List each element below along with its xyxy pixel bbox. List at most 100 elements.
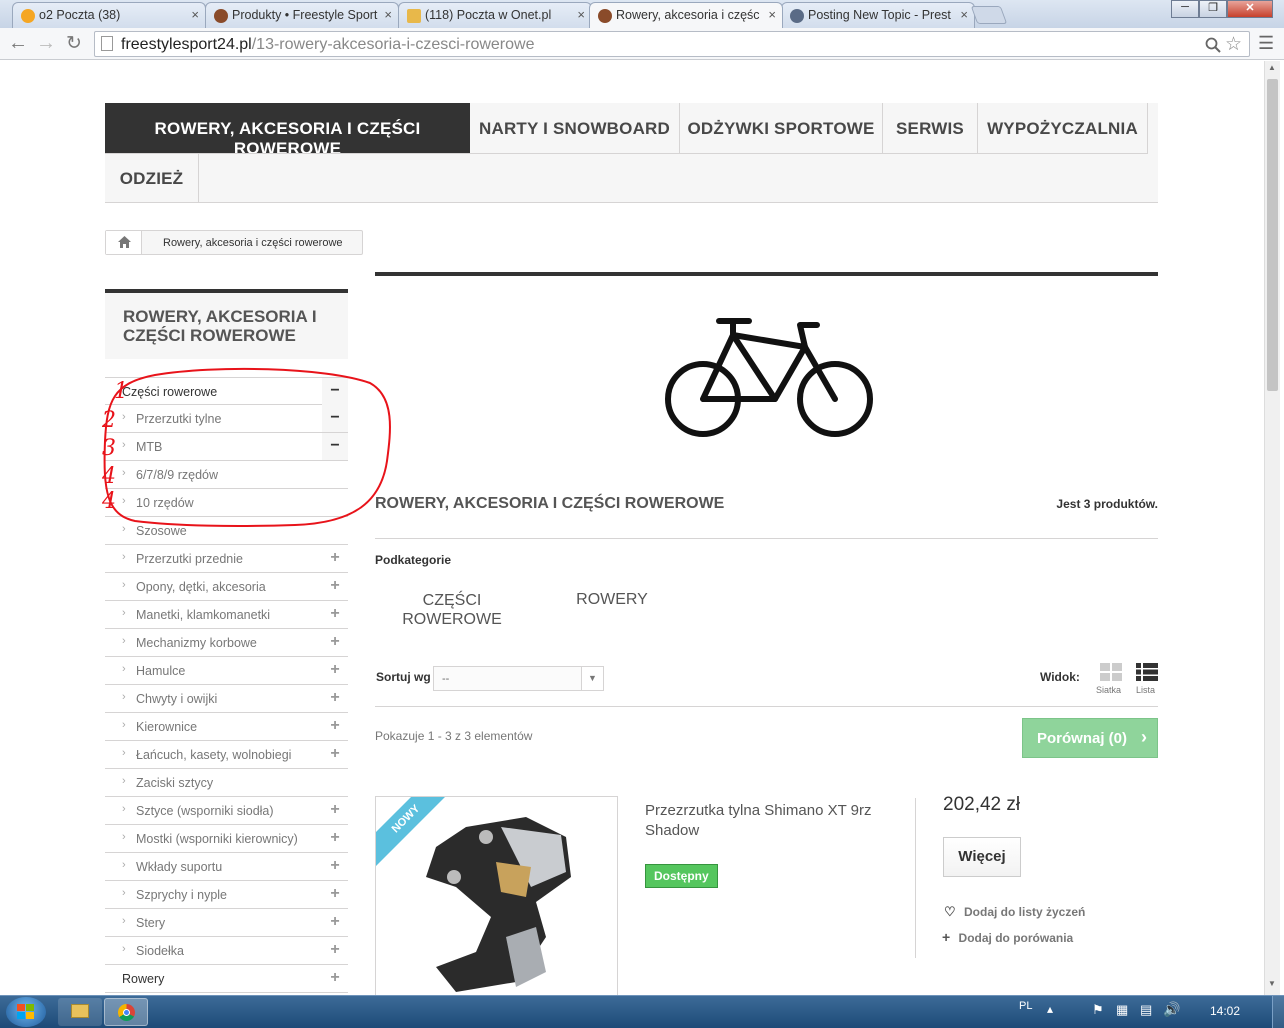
language-indicator[interactable]: PL [1019,1000,1032,1012]
expand-icon[interactable]: + [322,965,348,992]
forward-arrow-icon[interactable]: → [36,32,56,55]
zoom-search-icon[interactable] [1205,37,1221,53]
view-list-button[interactable]: Lista [1134,663,1162,699]
expand-icon[interactable]: + [322,545,348,572]
sidebar-item[interactable]: › Kierownice + [105,713,348,741]
sidebar-item[interactable]: › Szprychy i nyple + [105,881,348,909]
tab-posting-topic[interactable]: Posting New Topic - Prest × [781,2,975,28]
more-button[interactable]: Więcej [943,837,1021,877]
expand-icon[interactable]: + [322,909,348,936]
breadcrumb-home[interactable] [106,231,142,254]
sidebar-item[interactable]: › Zaciski sztycy [105,769,348,797]
explorer-taskbar-button[interactable] [58,998,102,1026]
collapse-icon[interactable]: − [322,433,348,460]
expand-icon[interactable]: + [322,573,348,600]
menu-odzywki[interactable]: ODŻYWKI SPORTOWE [680,103,883,153]
maximize-button[interactable]: ❐ [1199,0,1227,18]
sidebar-item[interactable]: › Chwyty i owijki + [105,685,348,713]
compare-button[interactable]: Porównaj (0) › [1022,718,1158,758]
chevron-right-icon: › [122,495,126,507]
network-icon[interactable]: ▤ [1140,1002,1152,1018]
sidebar-item[interactable]: › 10 rzędów [105,489,348,517]
sidebar-item[interactable]: › MTB − [105,433,348,461]
address-bar[interactable]: freestylesport24.pl/13-rowery-akcesoria-… [94,31,1250,57]
show-hidden-icons-icon[interactable]: ▴ [1047,1002,1053,1016]
back-arrow-icon[interactable]: ← [8,32,28,55]
sidebar-item[interactable]: Rowery + [105,965,348,993]
minimize-button[interactable]: ─ [1171,0,1199,18]
scroll-up-icon[interactable]: ▲ [1268,63,1276,72]
product-name[interactable]: Przezrzutka tylna Shimano XT 9rz Shadow [645,801,895,841]
menu-rowery[interactable]: ROWERY, AKCESORIA I CZĘŚCI ROWEROWE [105,103,470,158]
menu-narty[interactable]: NARTY I SNOWBOARD [470,103,680,153]
expand-icon[interactable]: + [322,825,348,852]
tab-close-icon[interactable]: × [384,7,392,22]
expand-icon[interactable]: + [322,601,348,628]
sidebar-item[interactable]: › Opony, dętki, akcesoria + [105,573,348,601]
sidebar-item[interactable]: › Szosowe [105,517,348,545]
bookmark-star-icon[interactable]: ☆ [1225,33,1242,56]
volume-icon[interactable]: 🔊 [1163,1001,1180,1018]
expand-icon[interactable]: + [322,629,348,656]
action-center-flag-icon[interactable]: ⚑ [1092,1002,1104,1018]
subcategory-czesci[interactable]: CZĘŚCI ROWEROWE [392,591,512,629]
new-tab-button[interactable] [970,6,1008,24]
tab-o2-poczta[interactable]: o2 Poczta (38) × [12,2,206,28]
product-count: Jest 3 produktów. [1056,497,1158,511]
add-to-wishlist[interactable]: ♡ Dodaj do listy życzeń [944,904,1085,920]
expand-icon[interactable]: + [322,713,348,740]
sidebar-item[interactable]: › Mechanizmy korbowe + [105,629,348,657]
expand-icon[interactable]: + [322,685,348,712]
add-to-compare[interactable]: + Dodaj do porówania [942,929,1073,945]
view-grid-button[interactable]: Siatka [1096,663,1126,699]
tab-close-icon[interactable]: × [768,7,776,22]
tab-close-icon[interactable]: × [191,7,199,22]
sidebar-item[interactable]: › Łańcuch, kasety, wolnobiegi + [105,741,348,769]
sidebar-item[interactable]: › Manetki, klamkomanetki + [105,601,348,629]
tab-onet-poczta[interactable]: (118) Poczta w Onet.pl × [398,2,592,28]
expand-icon[interactable]: + [322,741,348,768]
chrome-taskbar-button[interactable] [104,998,148,1026]
menu-wypozyczalnia[interactable]: WYPOŻYCZALNIA [978,103,1148,153]
tab-close-icon[interactable]: × [960,7,968,22]
expand-icon[interactable]: + [322,853,348,880]
collapse-icon[interactable]: − [322,405,348,432]
expand-icon[interactable]: + [322,881,348,908]
menu-wrench-icon[interactable]: ☰ [1258,33,1274,54]
windows-tray-icon[interactable]: ▦ [1116,1002,1128,1018]
divider [375,538,1158,539]
sidebar-item[interactable]: › Hamulce + [105,657,348,685]
vertical-scrollbar[interactable]: ▲ ▼ [1264,61,1280,995]
clock[interactable]: 14:02 [1210,1004,1240,1018]
sidebar-item[interactable]: › Wkłady suportu + [105,853,348,881]
menu-serwis[interactable]: SERWIS [883,103,978,153]
scroll-down-icon[interactable]: ▼ [1268,979,1276,988]
sidebar-item[interactable]: › Sztyce (wsporniki siodła) + [105,797,348,825]
expand-icon[interactable]: + [322,657,348,684]
show-desktop-button[interactable] [1272,996,1284,1028]
divider [915,798,916,958]
product-image-frame[interactable]: NOWY [375,796,618,995]
subcategory-rowery[interactable]: ROWERY [552,591,672,609]
site-logo[interactable] [135,61,395,77]
sidebar-item[interactable]: Części rowerowe − [105,377,348,405]
sort-select[interactable]: -- ▼ [433,666,604,691]
tab-close-icon[interactable]: × [577,7,585,22]
sidebar-item[interactable]: › Przerzutki tylne − [105,405,348,433]
collapse-icon[interactable]: − [322,378,348,405]
sidebar-item[interactable]: › Mostki (wsporniki kierownicy) + [105,825,348,853]
tab-rowery-active[interactable]: Rowery, akcesoria i częśc × [589,2,783,28]
mail-favicon-icon [407,9,421,23]
expand-icon[interactable]: + [322,797,348,824]
sidebar-item[interactable]: › Przerzutki przednie + [105,545,348,573]
scrollbar-thumb[interactable] [1267,79,1278,391]
tab-produkty[interactable]: Produkty • Freestyle Sport × [205,2,399,28]
reload-icon[interactable]: ↻ [66,32,82,55]
menu-odziez[interactable]: ODZIEŻ [105,153,199,203]
sidebar-item[interactable]: › Stery + [105,909,348,937]
expand-icon[interactable]: + [322,937,348,964]
sidebar-item[interactable]: › Siodełka + [105,937,348,965]
sidebar-item[interactable]: › 6/7/8/9 rzędów [105,461,348,489]
start-button[interactable] [6,997,46,1027]
close-window-button[interactable]: ✕ [1227,0,1273,18]
